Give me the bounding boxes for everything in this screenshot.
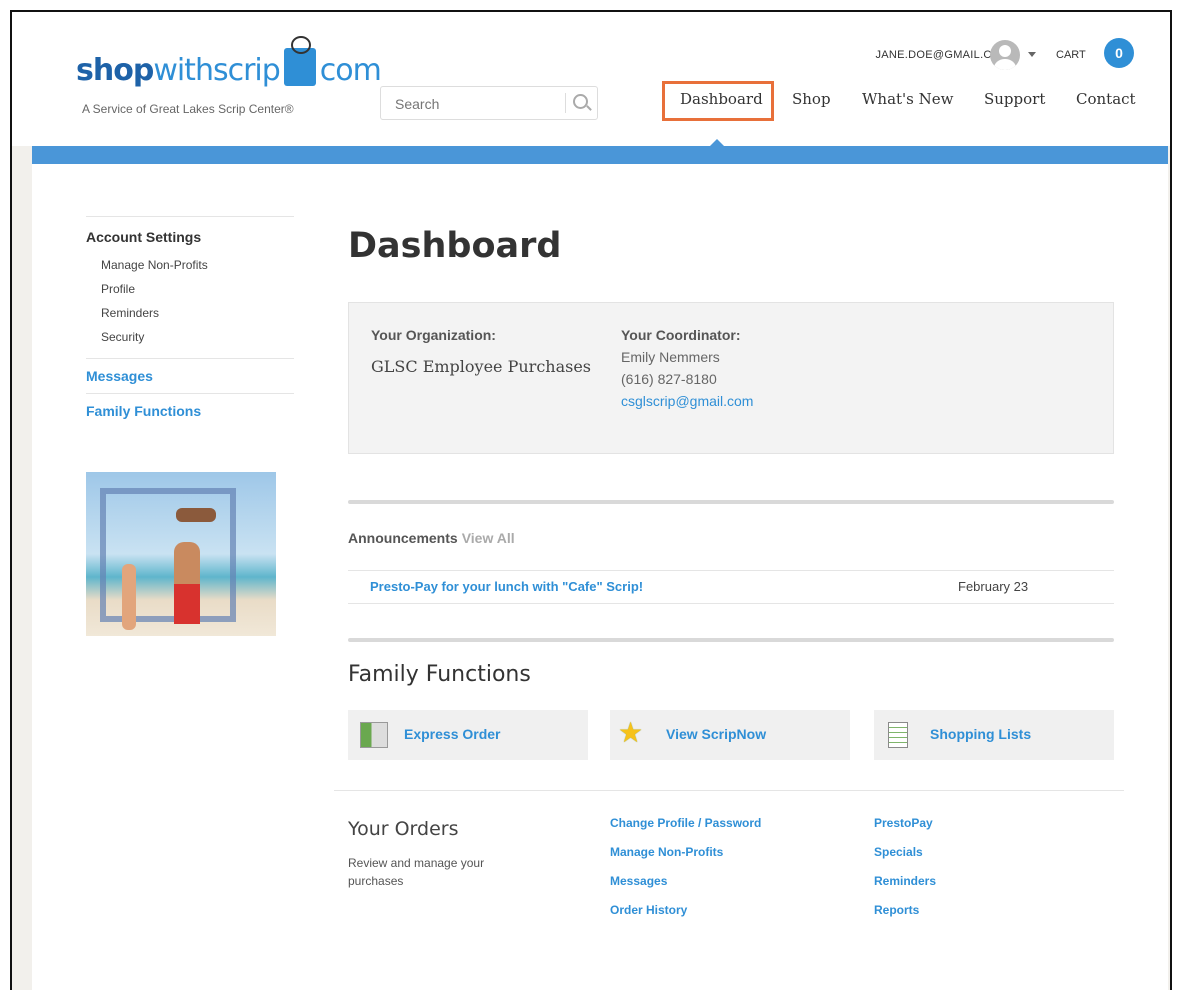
view-scripnow-label: View ScripNow: [666, 726, 767, 742]
sidebar-item-family-functions[interactable]: Family Functions: [86, 394, 294, 428]
search-input[interactable]: [393, 95, 557, 113]
site-logo[interactable]: shopwithscrip com: [76, 36, 382, 88]
promo-person: [122, 564, 136, 630]
announcement-link[interactable]: Presto-Pay for your lunch with "Cafe" Sc…: [370, 579, 643, 594]
organization-label: Your Organization:: [371, 327, 496, 343]
announcement-row: Presto-Pay for your lunch with "Cafe" Sc…: [348, 570, 1114, 604]
promo-image-frame: [100, 488, 236, 622]
nav-shop[interactable]: Shop: [792, 90, 831, 108]
link-prestopay[interactable]: PrestoPay: [874, 816, 936, 845]
section-divider: [348, 638, 1114, 642]
sidebar-item-security[interactable]: Security: [86, 325, 294, 358]
express-order-button[interactable]: Express Order: [348, 710, 588, 760]
nav-contact[interactable]: Contact: [1076, 90, 1136, 108]
list-icon: [888, 722, 908, 748]
quick-links-column-1: Change Profile / Password Manage Non-Pro…: [610, 816, 761, 932]
sidebar-item-profile[interactable]: Profile: [86, 277, 294, 301]
search-divider: [565, 93, 566, 113]
express-order-label: Express Order: [404, 726, 501, 742]
sidebar-item-manage-non-profits[interactable]: Manage Non-Profits: [86, 253, 294, 277]
page-title: Dashboard: [348, 226, 562, 266]
view-scripnow-button[interactable]: ★ View ScripNow: [610, 710, 850, 760]
section-divider: [334, 790, 1124, 791]
announcements-label: Announcements: [348, 530, 458, 546]
sidebar: Account Settings Manage Non-Profits Prof…: [86, 216, 294, 428]
chevron-down-icon[interactable]: [1028, 52, 1036, 57]
section-divider: [348, 500, 1114, 504]
link-reminders[interactable]: Reminders: [874, 874, 936, 903]
coordinator-label: Your Coordinator:: [621, 327, 741, 343]
link-order-history[interactable]: Order History: [610, 903, 761, 932]
express-order-icon: [360, 722, 388, 748]
site-header: shopwithscrip com A Service of Great Lake…: [12, 12, 1170, 146]
quick-links-column-2: PrestoPay Specials Reminders Reports: [874, 816, 936, 932]
nav-whats-new[interactable]: What's New: [862, 90, 953, 108]
nav-dashboard[interactable]: Dashboard: [680, 90, 763, 108]
logo-withscrip-text: withscrip: [153, 53, 280, 88]
shopping-lists-label: Shopping Lists: [930, 726, 1032, 742]
your-orders-description: Review and manage your purchases: [348, 856, 485, 888]
header-blue-bar: [32, 146, 1168, 164]
coordinator-phone: (616) 827-8180: [621, 371, 717, 387]
link-messages[interactable]: Messages: [610, 874, 761, 903]
sidebar-item-reminders[interactable]: Reminders: [86, 301, 294, 325]
coordinator-name: Emily Nemmers: [621, 349, 720, 365]
star-icon: ★: [618, 717, 644, 748]
nav-support[interactable]: Support: [984, 90, 1045, 108]
cart-count-badge[interactable]: 0: [1104, 38, 1134, 68]
your-orders-title: Your Orders: [348, 818, 459, 840]
shopping-lists-button[interactable]: Shopping Lists: [874, 710, 1114, 760]
sidebar-item-messages[interactable]: Messages: [86, 359, 294, 393]
search-icon[interactable]: [573, 94, 588, 109]
logo-shop-text: shop: [76, 53, 154, 88]
shopping-bag-icon: [283, 36, 316, 86]
logo-com-text: com: [319, 53, 382, 88]
coordinator-email-link[interactable]: csglscrip@gmail.com: [621, 393, 753, 409]
promo-beach-image[interactable]: [86, 472, 276, 636]
link-change-profile-password[interactable]: Change Profile / Password: [610, 816, 761, 845]
link-manage-non-profits[interactable]: Manage Non-Profits: [610, 845, 761, 874]
organization-panel: Your Organization: GLSC Employee Purchas…: [348, 302, 1114, 454]
promo-person: [176, 508, 216, 522]
view-all-link[interactable]: View All: [462, 530, 515, 546]
content-panel: Account Settings Manage Non-Profits Prof…: [32, 164, 1168, 990]
announcements-header: Announcements View All: [348, 530, 515, 546]
organization-name: GLSC Employee Purchases: [371, 357, 592, 376]
logo-tagline: A Service of Great Lakes Scrip Center®: [82, 102, 294, 116]
family-functions-title: Family Functions: [348, 662, 531, 687]
cart-link[interactable]: CART: [1056, 49, 1086, 61]
link-specials[interactable]: Specials: [874, 845, 936, 874]
avatar[interactable]: [990, 40, 1020, 70]
promo-person: [174, 584, 200, 624]
search-box: [380, 86, 598, 120]
announcement-date: February 23: [958, 579, 1029, 594]
link-reports[interactable]: Reports: [874, 903, 936, 932]
sidebar-heading-account-settings[interactable]: Account Settings: [86, 217, 294, 253]
browser-frame: shopwithscrip com A Service of Great Lake…: [10, 10, 1172, 990]
